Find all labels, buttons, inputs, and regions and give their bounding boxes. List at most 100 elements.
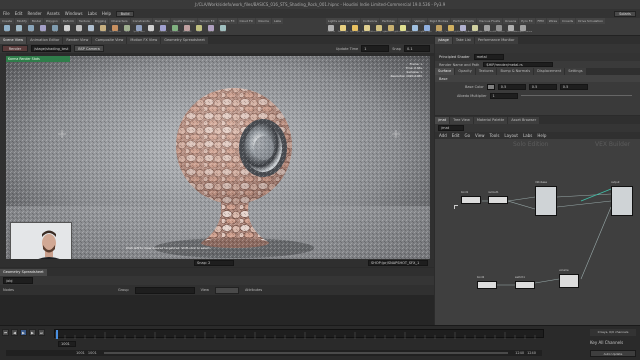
render-path-field[interactable]: $HIP/render/metal.rs [483,62,554,67]
shelf-tab[interactable]: Characters [109,18,130,24]
shelf-tool[interactable]: Curve [98,25,108,35]
network-tab[interactable]: Material Palette [473,116,508,124]
shelf-tab[interactable]: Terrain FX [197,18,217,24]
shelf-tool[interactable]: File [194,25,204,35]
network-menu-item[interactable]: View [475,133,485,138]
spreadsheet-path-field[interactable]: /obj [3,277,33,284]
shelf-tab[interactable]: Texture [76,18,92,24]
shelf-tab[interactable]: Guide Process [171,18,197,24]
spreadsheet-view-dropdown[interactable] [214,286,239,294]
network-node[interactable] [535,186,557,216]
shelf-tab[interactable]: Pyro FX [519,18,535,24]
menu-windows[interactable]: Windows [65,11,83,16]
menu-labs[interactable]: Labs [88,11,97,16]
network-tab[interactable]: Tree View [450,116,473,124]
desktop-dropdown[interactable]: Solaris [614,10,636,17]
build-dropdown[interactable]: Build [116,10,135,17]
menu-assets[interactable]: Assets [47,11,60,16]
shelf-tool[interactable]: Distant Light [397,25,409,35]
viewport-tab[interactable]: Composite View [92,36,127,44]
shelf-tool[interactable]: Area Light [362,25,372,35]
shelf-tab[interactable]: Drive Simulation [576,18,606,24]
shelf-tool[interactable]: Metaball [182,25,192,35]
key-all-button[interactable]: Key All Channels [590,340,636,346]
shelf-tab[interactable]: Collisions [360,18,380,24]
shelf-tab[interactable]: Particles [380,18,397,24]
snap-field[interactable]: 0.1 [404,45,430,52]
shelf-tool[interactable]: VR Camera [493,25,505,35]
shelf-tool[interactable]: Draw Curve [109,25,121,35]
shelf-tab[interactable]: Simple FX [217,18,237,24]
param-subtab[interactable]: Bump & Normals [497,68,534,75]
network-node[interactable] [611,186,633,216]
current-frame-field[interactable]: 1001 [58,341,76,347]
shelf-tab[interactable]: Modify [14,18,29,24]
albedo-field[interactable]: 1 [489,92,518,99]
viewport-snap-field[interactable]: Snap: 2 [194,260,234,266]
shelf-tab[interactable]: Create [0,18,14,24]
network-node[interactable] [488,196,508,204]
network-menu-item[interactable]: Add [439,133,447,138]
shelf-tool[interactable]: Path [122,25,132,35]
viewport-tab[interactable]: Geometry Spreadsheet [161,36,208,44]
shelf-tool[interactable]: Null [62,25,72,35]
network-menu-item[interactable]: Layout [504,133,518,138]
stage-path-field[interactable]: /stage/shading_test [31,45,71,52]
param-subtab[interactable]: Textures [475,68,497,75]
section-base-label[interactable]: Base [439,77,448,81]
shelf-tool[interactable]: Sky Light [422,25,432,35]
shelf-tab[interactable]: Wires [546,18,560,24]
shelf-tab[interactable]: Cloud FX [237,18,255,24]
shelf-tool[interactable]: Font [146,25,156,35]
auto-update-button[interactable]: Auto Update [590,350,636,357]
shelf-tool[interactable]: Spiral [206,25,216,35]
network-menu-item[interactable]: Help [537,133,546,138]
shelf-tab[interactable]: Polygon [43,18,60,24]
shelf-tool[interactable]: Platonic [158,25,168,35]
shelf-tool[interactable]: Tube [26,25,36,35]
shelf-tab[interactable]: Crowds [560,18,576,24]
render-button[interactable]: Render [2,45,28,52]
param-subtab[interactable]: Opacity [455,68,475,75]
shelf-tool[interactable]: Geometry Light [371,25,387,35]
network-editor[interactable]: Solo Edition VEX Builder bind1 nullout1 … [435,139,640,325]
param-tab[interactable]: /stage [435,36,452,44]
shelf-tab[interactable]: Lights and Cameras [326,18,360,24]
network-tab[interactable]: /mat [435,116,450,124]
param-subtab[interactable]: Surface [435,68,455,75]
shelf-tab[interactable]: Viscous Fluids [476,18,503,24]
viewport-tab[interactable]: Animation Editor [27,36,63,44]
shelf-tool[interactable]: Sphere [14,25,24,35]
network-menu-item[interactable]: Tools [490,133,500,138]
menu-render[interactable]: Render [27,11,41,16]
shelf-tool[interactable]: Caustic Light [445,25,458,35]
menu-edit[interactable]: Edit [15,11,23,16]
update-time-field[interactable]: 1 [361,45,390,52]
shelf-tool[interactable]: Portal Light [457,25,469,35]
param-subtab[interactable]: Settings [565,68,586,75]
viewport-tab[interactable]: Render View [63,36,92,44]
shelf-tool[interactable]: Gamepad Camera [514,25,532,35]
network-menu-item[interactable]: Go [465,133,471,138]
shelf-tab[interactable]: Grains [397,18,412,24]
step-back-icon[interactable]: ◀ [11,329,18,336]
shelf-tab[interactable]: Oceans [503,18,519,24]
shelf-tab[interactable]: Volume [255,18,271,24]
shelf-tool[interactable]: Helix [218,25,228,35]
range-start-field[interactable]: 1001 [88,351,97,355]
network-menu-item[interactable]: Edit [452,133,460,138]
shelf-tab[interactable]: FEM [535,18,546,24]
shelf-tool[interactable]: Environment Light [406,25,424,35]
shelf-tool[interactable]: L-System [170,25,180,35]
range-slider[interactable] [103,352,509,354]
shelf-tool[interactable]: Point Light [338,25,348,35]
menu-file[interactable]: File [3,11,10,16]
base-color-r-field[interactable]: 0.5 [497,83,526,90]
param-tab[interactable]: Performance Monitor [474,36,518,44]
shelf-tool[interactable]: Camera [326,25,336,35]
shelf-tool[interactable]: Spray Paint [133,25,145,35]
shelf-tab[interactable]: Rigid Bodies [427,18,451,24]
shelf-tab[interactable]: Model [29,18,43,24]
shelf-tool[interactable]: Torus [38,25,48,35]
viewport-tab[interactable]: Motion FX View [127,36,161,44]
